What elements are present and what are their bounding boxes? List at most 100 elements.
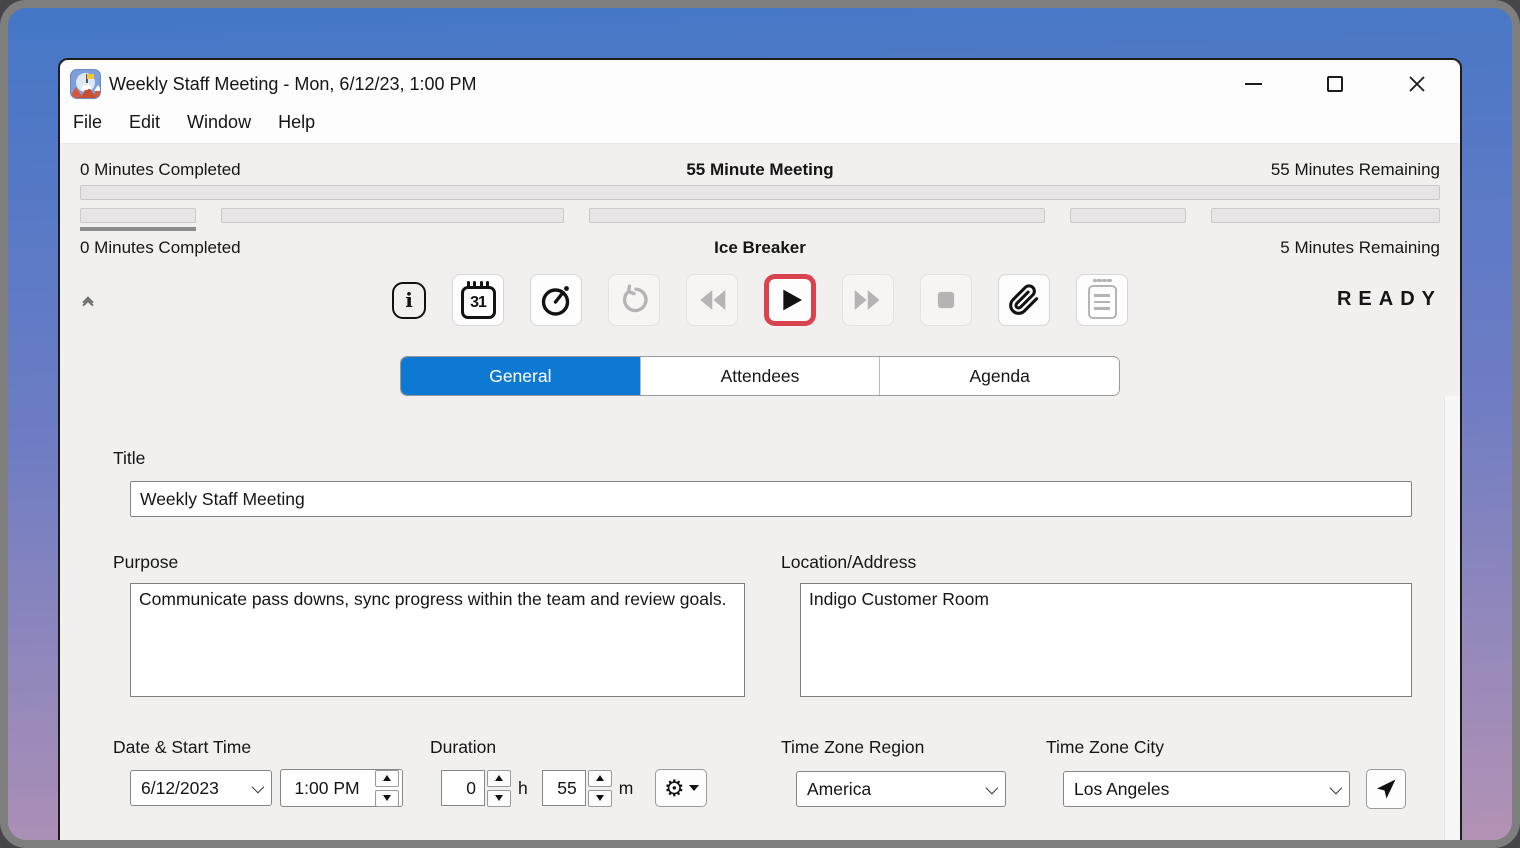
rewind-icon <box>695 283 729 317</box>
arrow-down-icon <box>383 795 391 801</box>
window-title: Weekly Staff Meeting - Mon, 6/12/23, 1:0… <box>109 74 477 95</box>
app-window: Weekly Staff Meeting - Mon, 6/12/23, 1:0… <box>58 58 1462 848</box>
date-value: 6/12/2023 <box>141 778 244 799</box>
chevron-down-icon <box>1330 781 1343 794</box>
tz-region-select[interactable]: America <box>796 771 1006 807</box>
hours-spin-up[interactable] <box>487 770 511 787</box>
maximize-button[interactable] <box>1322 71 1348 97</box>
gear-icon: ⚙ <box>664 777 685 800</box>
current-segment-title: Ice Breaker <box>340 238 1180 258</box>
attachment-button[interactable] <box>998 274 1050 326</box>
hours-unit-label: h <box>518 778 528 799</box>
minutes-spin-up[interactable] <box>588 770 612 787</box>
stop-button[interactable] <box>920 274 972 326</box>
arrow-up-icon <box>495 775 503 781</box>
location-textarea[interactable]: Indigo Customer Room <box>800 583 1412 697</box>
segment-bar-2 <box>221 208 564 223</box>
overall-minutes-completed: 0 Minutes Completed <box>80 160 340 180</box>
rewind-button[interactable] <box>686 274 738 326</box>
arrow-down-icon <box>596 795 604 801</box>
segment-minutes-completed: 0 Minutes Completed <box>80 238 340 258</box>
date-select[interactable]: 6/12/2023 <box>130 770 272 806</box>
tab-agenda[interactable]: Agenda <box>879 357 1119 395</box>
menu-file[interactable]: File <box>73 112 102 133</box>
tz-city-label: Time Zone City <box>1046 737 1164 758</box>
purpose-label: Purpose <box>113 552 745 573</box>
start-time-spinner[interactable]: 1:00 PM <box>280 769 403 807</box>
notes-button[interactable] <box>1076 274 1128 326</box>
menu-bar: File Edit Window Help <box>60 108 1460 144</box>
location-label: Location/Address <box>781 552 1412 573</box>
tab-general[interactable]: General <box>401 357 640 395</box>
tz-region-label: Time Zone Region <box>781 737 1046 758</box>
caret-down-icon <box>689 785 699 791</box>
title-label: Title <box>113 448 1412 469</box>
tab-bar: General Attendees Agenda <box>400 356 1120 396</box>
minimize-button[interactable] <box>1240 71 1266 97</box>
duration-minutes-input[interactable]: 55 <box>542 770 586 806</box>
progress-section: 0 Minutes Completed 55 Minute Meeting 55… <box>60 144 1460 258</box>
collapse-button[interactable] <box>84 298 92 309</box>
minimize-icon <box>1245 83 1262 85</box>
segment-bar-5 <box>1211 208 1440 223</box>
hours-spin-down[interactable] <box>487 790 511 807</box>
meeting-length-title: 55 Minute Meeting <box>340 160 1180 180</box>
time-spin-up[interactable] <box>375 770 399 787</box>
overall-minutes-remaining: 55 Minutes Remaining <box>1180 160 1440 180</box>
segment-minutes-remaining: 5 Minutes Remaining <box>1180 238 1440 258</box>
arrow-down-icon <box>495 795 503 801</box>
segment-bar-1 <box>80 208 196 223</box>
notes-icon <box>1088 285 1117 319</box>
tab-attendees[interactable]: Attendees <box>640 357 880 395</box>
play-icon <box>774 284 806 316</box>
timer-icon <box>538 282 574 318</box>
calendar-icon: 31 <box>461 286 496 319</box>
chevron-down-icon <box>986 781 999 794</box>
arrow-up-icon <box>383 775 391 781</box>
fast-forward-icon <box>851 283 885 317</box>
menu-edit[interactable]: Edit <box>129 112 160 133</box>
menu-help[interactable]: Help <box>278 112 315 133</box>
duration-settings-button[interactable]: ⚙ <box>655 769 707 807</box>
info-button[interactable]: i <box>392 282 426 319</box>
start-time-value: 1:00 PM <box>281 778 373 799</box>
overall-progress-bar <box>80 185 1440 200</box>
general-form: Title Purpose Communicate pass downs, sy… <box>60 396 1460 809</box>
reset-button[interactable] <box>608 274 660 326</box>
stop-icon <box>931 285 961 315</box>
reset-icon <box>618 284 650 316</box>
status-badge: READY <box>1337 288 1442 311</box>
navigation-arrow-icon <box>1374 777 1398 801</box>
segment-bar-3 <box>589 208 1046 223</box>
desktop-background: Weekly Staff Meeting - Mon, 6/12/23, 1:0… <box>0 0 1520 848</box>
calendar-button[interactable]: 31 <box>452 274 504 326</box>
toolbar: i 31 <box>60 270 1460 336</box>
segment-bar-4 <box>1070 208 1186 223</box>
play-button[interactable] <box>764 274 816 326</box>
tz-city-select[interactable]: Los Angeles <box>1063 771 1350 807</box>
chevron-down-icon <box>252 780 265 793</box>
maximize-icon <box>1327 76 1343 92</box>
duration-hours-input[interactable]: 0 <box>441 770 485 806</box>
tz-city-value: Los Angeles <box>1074 779 1322 800</box>
minutes-unit-label: m <box>619 778 634 799</box>
arrow-up-icon <box>596 775 604 781</box>
close-icon <box>1408 75 1426 93</box>
minutes-spin-down[interactable] <box>588 790 612 807</box>
app-icon <box>70 69 101 99</box>
title-input[interactable] <box>130 481 1412 517</box>
purpose-textarea[interactable]: Communicate pass downs, sync progress wi… <box>130 583 745 697</box>
time-spin-down[interactable] <box>375 790 399 807</box>
title-bar[interactable]: Weekly Staff Meeting - Mon, 6/12/23, 1:0… <box>60 60 1460 108</box>
fast-forward-button[interactable] <box>842 274 894 326</box>
scrollbar-track[interactable] <box>1444 396 1460 848</box>
close-button[interactable] <box>1404 71 1430 97</box>
overall-progress-labels: 0 Minutes Completed 55 Minute Meeting 55… <box>80 160 1440 180</box>
info-icon: i <box>405 288 413 312</box>
menu-window[interactable]: Window <box>187 112 251 133</box>
timer-button[interactable] <box>530 274 582 326</box>
locate-timezone-button[interactable] <box>1366 769 1406 809</box>
segment-progress-labels: 0 Minutes Completed Ice Breaker 5 Minute… <box>80 238 1440 258</box>
duration-label: Duration <box>430 737 496 758</box>
date-start-label: Date & Start Time <box>113 737 430 758</box>
